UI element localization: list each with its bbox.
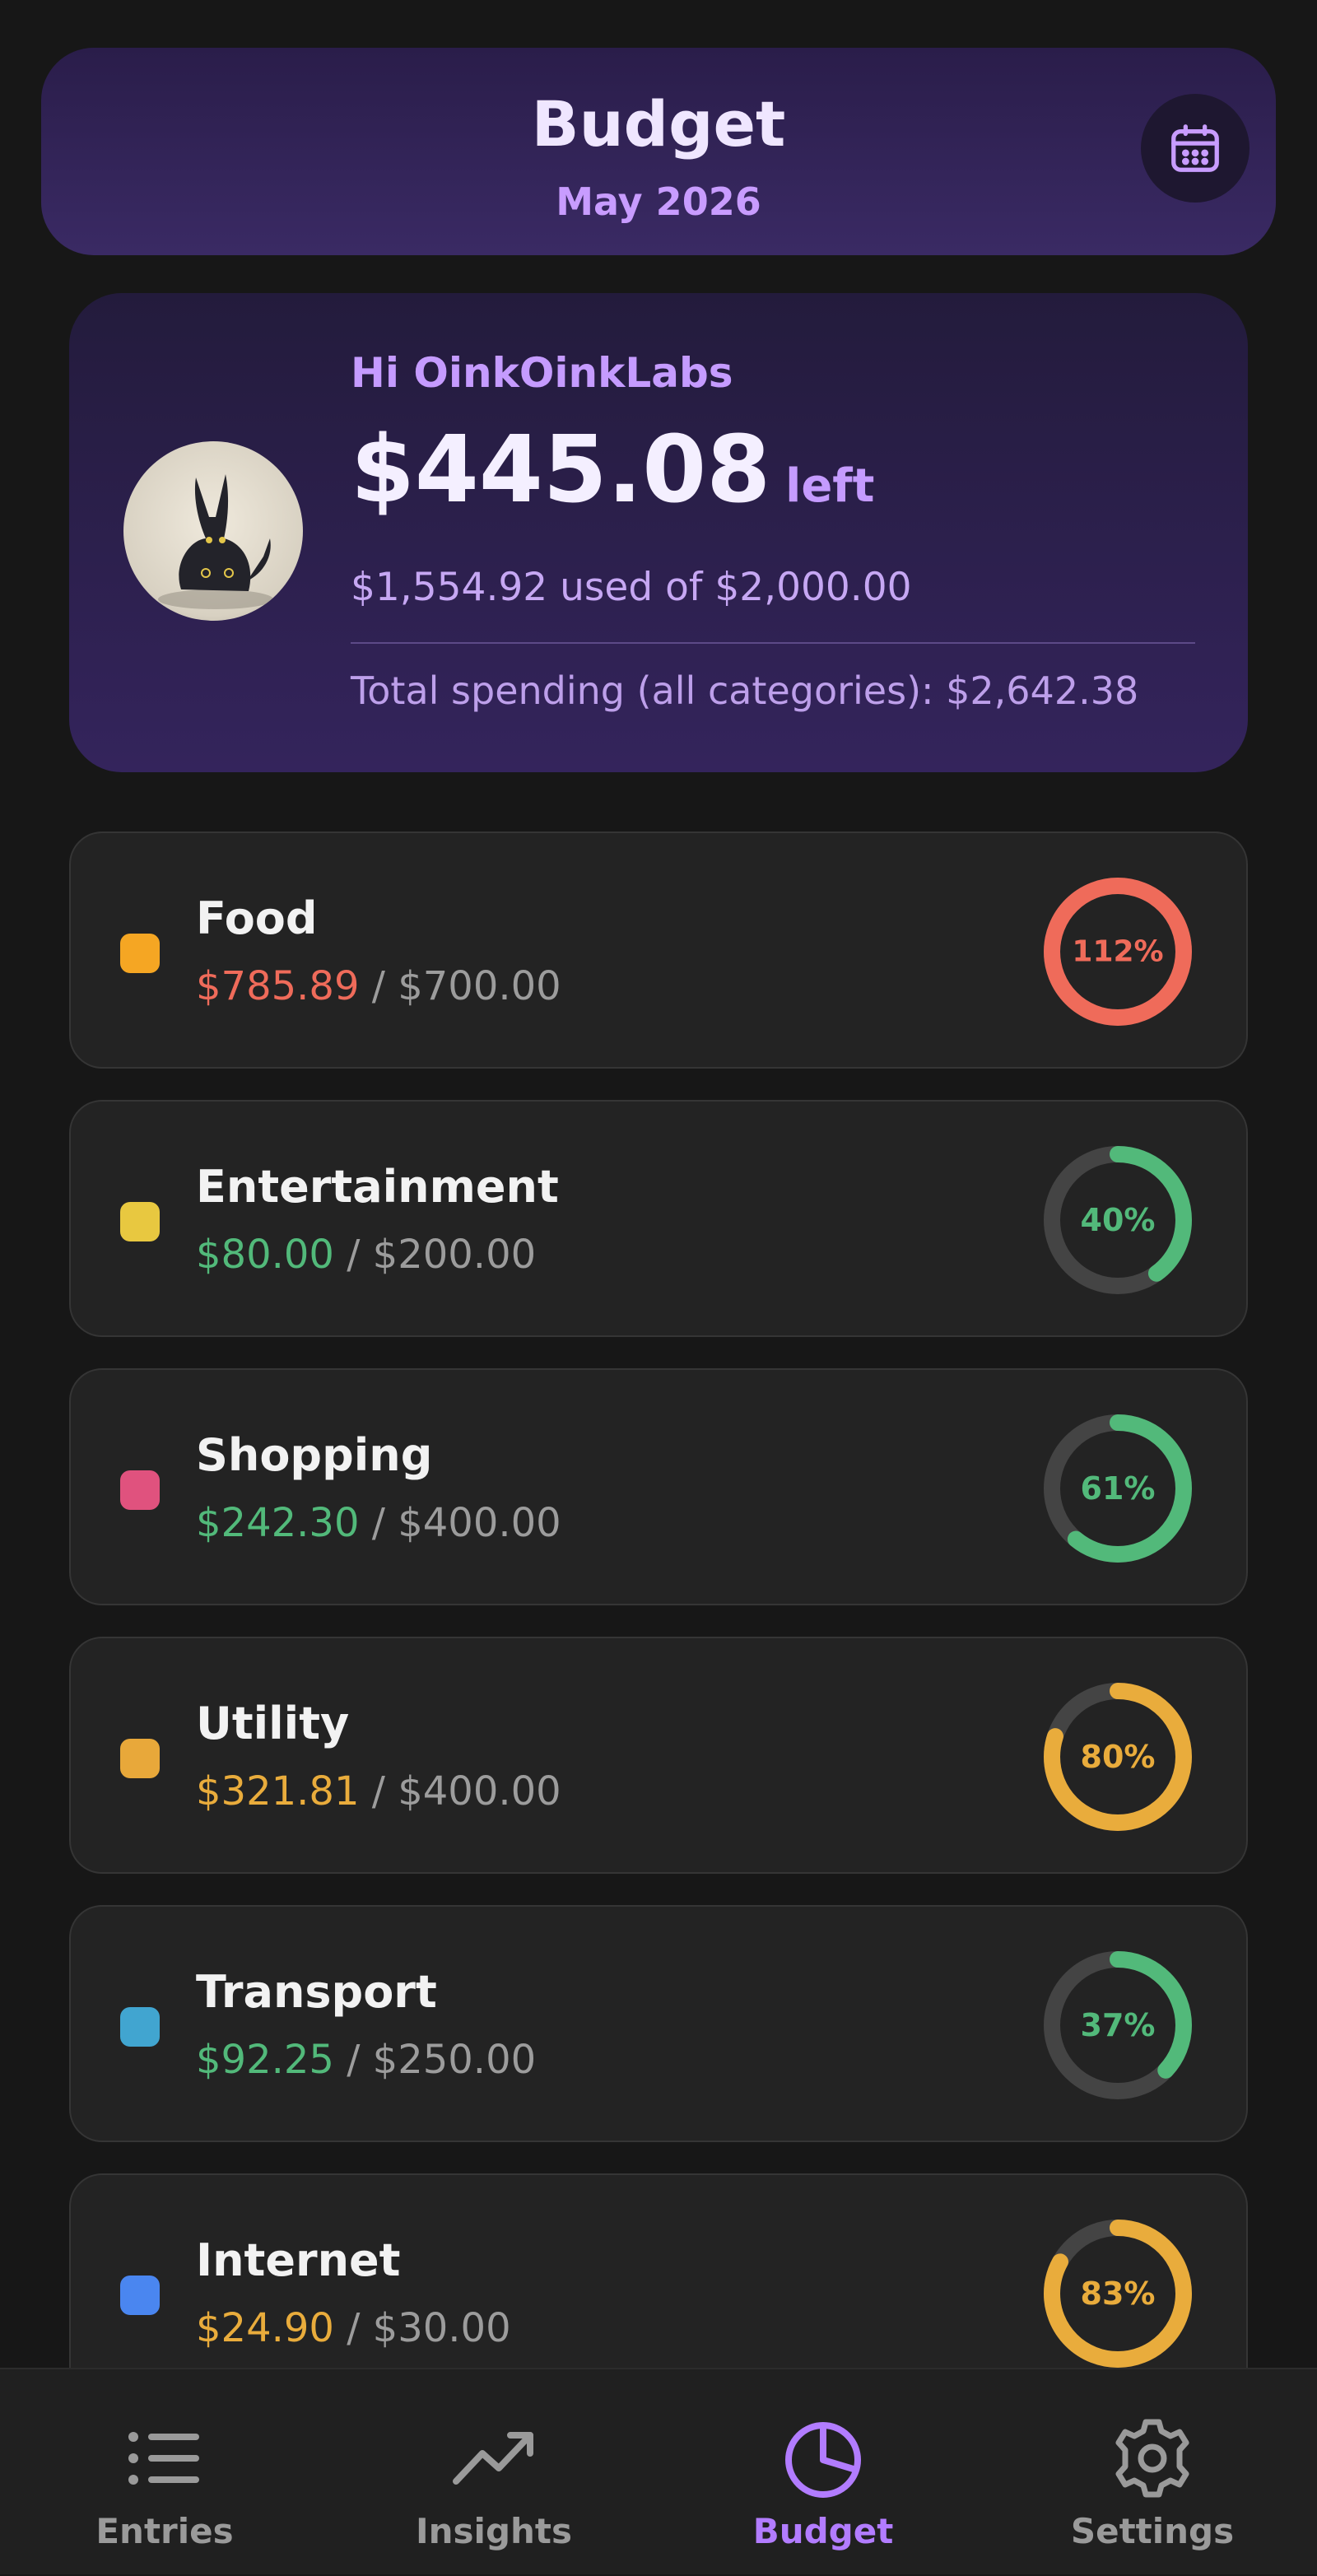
nav-label: Settings [1070, 2511, 1235, 2551]
progress-ring: 83% [1044, 2220, 1192, 2368]
category-color-dot [120, 1739, 160, 1778]
percent-label: 83% [1081, 2276, 1156, 2312]
budget-amount: / $250.00 [347, 2037, 537, 2083]
progress-ring: 37% [1044, 1951, 1192, 2099]
category-amounts: $785.89 / $700.00 [196, 963, 561, 1009]
category-color-dot [120, 1202, 160, 1241]
nav-label: Entries [95, 2511, 234, 2551]
month-label[interactable]: May 2026 [41, 179, 1276, 224]
spent-amount: $321.81 [196, 1768, 360, 1814]
budget-summary-card: Hi OinkOinkLabs $445.08 left $1,554.92 us… [69, 293, 1248, 772]
progress-ring: 112% [1044, 878, 1192, 1026]
budget-amount: / $700.00 [371, 963, 561, 1009]
nav-entries[interactable]: Entries [0, 2369, 329, 2576]
budget-amount: / $400.00 [371, 1768, 561, 1814]
category-name: Transport [196, 1966, 437, 2018]
remaining-amount: $445.08 left [351, 417, 874, 524]
category-name: Internet [196, 2234, 401, 2286]
page-title: Budget [531, 87, 786, 161]
nav-label: Insights [416, 2511, 572, 2551]
percent-label: 61% [1081, 1470, 1156, 1507]
calendar-icon [1171, 124, 1219, 172]
avatar-image [158, 474, 273, 609]
spent-amount: $24.90 [196, 2305, 334, 2351]
used-of-total: $1,554.92 used of $2,000.00 [351, 565, 912, 610]
budget-amount: / $200.00 [347, 1232, 537, 1278]
category-card[interactable]: Utility $321.81 / $400.00 80% [69, 1637, 1248, 1874]
category-color-dot [120, 2276, 160, 2315]
category-name: Shopping [196, 1429, 433, 1481]
category-amounts: $321.81 / $400.00 [196, 1768, 561, 1814]
category-amounts: $80.00 / $200.00 [196, 1232, 536, 1278]
nav-budget[interactable]: Budget [658, 2369, 988, 2576]
category-amounts: $92.25 / $250.00 [196, 2037, 536, 2083]
category-card[interactable]: Transport $92.25 / $250.00 37% [69, 1905, 1248, 2142]
category-amounts: $242.30 / $400.00 [196, 1500, 561, 1546]
nav-label: Budget [752, 2511, 894, 2551]
trend-icon [453, 2432, 533, 2485]
remaining-value: $445.08 [351, 417, 771, 524]
category-color-dot [120, 2007, 160, 2047]
category-amounts: $24.90 / $30.00 [196, 2305, 511, 2351]
category-color-dot [120, 934, 160, 973]
remaining-suffix: left [785, 459, 875, 513]
avatar[interactable] [123, 441, 303, 621]
bottom-navigation: Entries Insights Budget Settings [0, 2368, 1317, 2574]
category-name: Entertainment [196, 1161, 559, 1213]
nav-settings[interactable]: Settings [988, 2369, 1317, 2576]
category-name: Food [196, 892, 318, 944]
nav-insights[interactable]: Insights [329, 2369, 658, 2576]
category-card[interactable]: Food $785.89 / $700.00 112% [69, 831, 1248, 1069]
percent-label: 80% [1081, 1739, 1156, 1775]
gear-icon [1115, 2419, 1189, 2498]
total-spending: Total spending (all categories): $2,642.… [351, 668, 1139, 713]
progress-ring: 40% [1044, 1146, 1192, 1294]
percent-label: 112% [1072, 935, 1163, 969]
divider [351, 642, 1195, 644]
budget-amount: / $30.00 [347, 2305, 511, 2351]
percent-label: 37% [1081, 2007, 1156, 2043]
budget-amount: / $400.00 [371, 1500, 561, 1546]
category-color-dot [120, 1470, 160, 1510]
spent-amount: $80.00 [196, 1232, 334, 1278]
pie-chart-icon [785, 2422, 861, 2498]
spent-amount: $785.89 [196, 963, 360, 1009]
category-card[interactable]: Shopping $242.30 / $400.00 61% [69, 1368, 1248, 1605]
greeting: Hi OinkOinkLabs [351, 349, 733, 397]
spent-amount: $242.30 [196, 1500, 360, 1546]
spent-amount: $92.25 [196, 2037, 334, 2083]
progress-ring: 80% [1044, 1683, 1192, 1831]
category-name: Utility [196, 1698, 350, 1749]
app-header: Budget May 2026 [41, 48, 1276, 255]
category-card[interactable]: Entertainment $80.00 / $200.00 40% [69, 1100, 1248, 1337]
calendar-button[interactable] [1141, 94, 1250, 203]
list-icon [128, 2432, 199, 2485]
progress-ring: 61% [1044, 1414, 1192, 1563]
percent-label: 40% [1081, 1202, 1156, 1238]
